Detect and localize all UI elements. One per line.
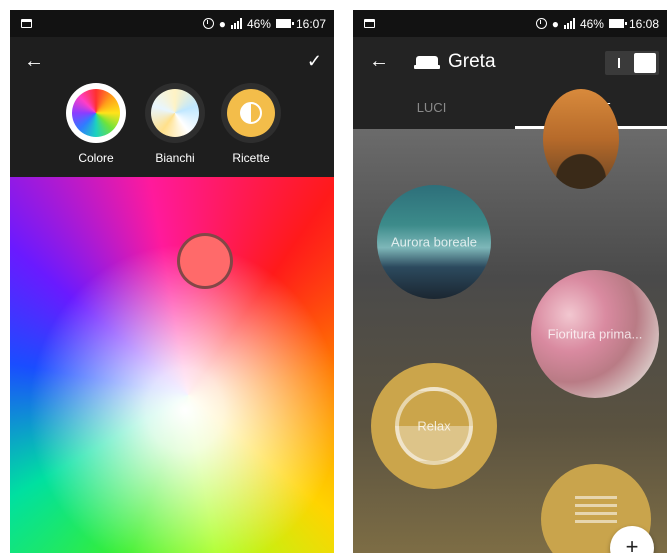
tab-label: Ricette (232, 151, 270, 165)
signal-icon (563, 18, 575, 29)
scenes-screen: ● 46% 16:08 ← Greta LUCI SCENE Aurora bo… (353, 10, 667, 553)
color-header: ← ✓ Colore Bianchi Ricette (10, 37, 334, 177)
signal-icon (230, 18, 242, 29)
tab-bianchi[interactable]: Bianchi (140, 83, 210, 165)
tab-luci[interactable]: LUCI (353, 87, 510, 129)
scene-relax[interactable]: Relax (371, 363, 497, 489)
status-icons: ● 46% 16:07 (202, 10, 326, 37)
battery-percent: 46% (579, 16, 604, 31)
battery-icon (608, 19, 627, 28)
color-screen: ● 46% 16:07 ← ✓ Colore Bianchi Ricette (10, 10, 334, 553)
alarm-icon (202, 18, 214, 29)
clock: 16:07 (295, 16, 326, 31)
toggle-knob (634, 53, 656, 73)
room-tabs: LUCI SCENE (353, 87, 667, 129)
toggle-on-mark (618, 58, 620, 68)
wifi-icon: ● (551, 16, 559, 31)
color-picker-handle[interactable] (177, 233, 233, 289)
back-arrow-icon[interactable]: ← (369, 51, 389, 71)
room-header: ← Greta (353, 37, 667, 87)
scene-title: Aurora boreale (391, 234, 477, 250)
recipe-lines-icon (575, 496, 617, 536)
tab-colore[interactable]: Colore (61, 83, 131, 165)
back-arrow-icon[interactable]: ← (24, 51, 44, 71)
clock: 16:08 (628, 16, 659, 31)
scene-list: Aurora boreale Fioritura prima... Relax … (353, 89, 667, 553)
scene-aurora-boreale[interactable]: Aurora boreale (377, 185, 491, 299)
tab-label: Bianchi (155, 151, 195, 165)
color-wheel-icon (66, 83, 126, 143)
whites-wheel-icon (145, 83, 205, 143)
status-bar: ● 46% 16:07 (10, 10, 334, 37)
battery-icon (275, 19, 294, 28)
recipes-icon (221, 83, 281, 143)
notification-icon (21, 19, 32, 28)
battery-percent: 46% (246, 16, 271, 31)
alarm-icon (535, 18, 547, 29)
notification-icon (364, 19, 375, 28)
scene-sunset[interactable] (543, 89, 619, 189)
tab-ricette[interactable]: Ricette (216, 83, 286, 165)
yin-yang-icon (240, 102, 262, 124)
status-icons: ● 46% 16:08 (535, 10, 659, 37)
tab-label: Colore (78, 151, 114, 165)
scene-title: Relax (417, 418, 451, 434)
color-picker-area[interactable] (10, 177, 334, 553)
confirm-check-icon[interactable]: ✓ (307, 51, 322, 71)
sofa-icon (414, 56, 440, 69)
wifi-icon: ● (218, 16, 226, 31)
scene-fioritura[interactable]: Fioritura prima... (531, 270, 659, 398)
room-title: Greta (448, 51, 496, 72)
room-power-toggle[interactable] (605, 51, 659, 75)
status-bar: ● 46% 16:08 (353, 10, 667, 37)
scene-title: Fioritura prima... (547, 326, 643, 342)
